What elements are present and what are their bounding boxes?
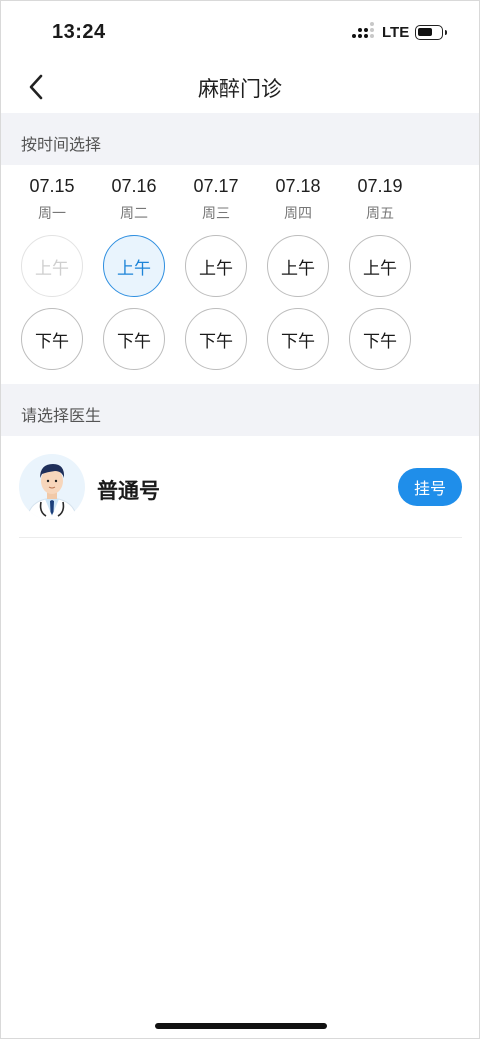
pm-slot-button[interactable]: 下午 [103,308,165,370]
status-time: 13:24 [52,21,106,43]
day-weekday: 周二 [120,205,148,221]
page: 13:24 LTE 麻醉门诊 按时间选择 07.15 周一 07.16 周二 0… [0,0,480,1039]
day-date: 07.19 [357,176,403,196]
pm-slot-button[interactable]: 下午 [185,308,247,370]
status-bar: 13:24 LTE [1,1,479,63]
day-weekday: 周一 [38,205,66,221]
am-slot-button[interactable]: 上午 [185,235,247,297]
home-indicator[interactable] [155,1023,327,1029]
day-column: 07.18 周四 [265,176,331,223]
am-slot-button[interactable]: 上午 [267,235,329,297]
day-date: 07.18 [275,176,321,196]
page-title: 麻醉门诊 [198,78,282,101]
doctor-name: 普通号 [97,480,160,503]
am-slot-button[interactable]: 上午 [21,235,83,297]
day-column: 07.16 周二 [101,176,167,223]
day-date: 07.16 [111,176,157,196]
day-weekday: 周四 [284,205,312,221]
time-section-label: 按时间选择 [21,137,102,154]
doctor-section-label: 请选择医生 [21,408,102,425]
pm-slot-button[interactable]: 下午 [267,308,329,370]
network-label: LTE [382,24,410,41]
am-slot-button[interactable]: 上午 [103,235,165,297]
day-weekday: 周五 [366,205,394,221]
register-button[interactable]: 挂号 [398,468,462,506]
time-section-header: 按时间选择 [1,113,479,165]
pm-slot-button[interactable]: 下午 [349,308,411,370]
day-weekday: 周三 [202,205,230,221]
day-column: 07.17 周三 [183,176,249,223]
battery-icon [415,25,447,40]
day-column: 07.15 周一 [19,176,85,223]
day-date: 07.15 [29,176,75,196]
signal-icon [352,22,376,40]
day-column: 07.19 周五 [347,176,413,223]
am-slot-button[interactable]: 上午 [349,235,411,297]
day-date: 07.17 [193,176,239,196]
doctor-avatar-icon [19,454,85,520]
pm-slot-button[interactable]: 下午 [21,308,83,370]
doctor-list-item[interactable]: 普通号 挂号 [19,454,462,538]
doctor-section-header: 请选择医生 [1,384,479,436]
nav-bar: 麻醉门诊 [1,63,479,113]
